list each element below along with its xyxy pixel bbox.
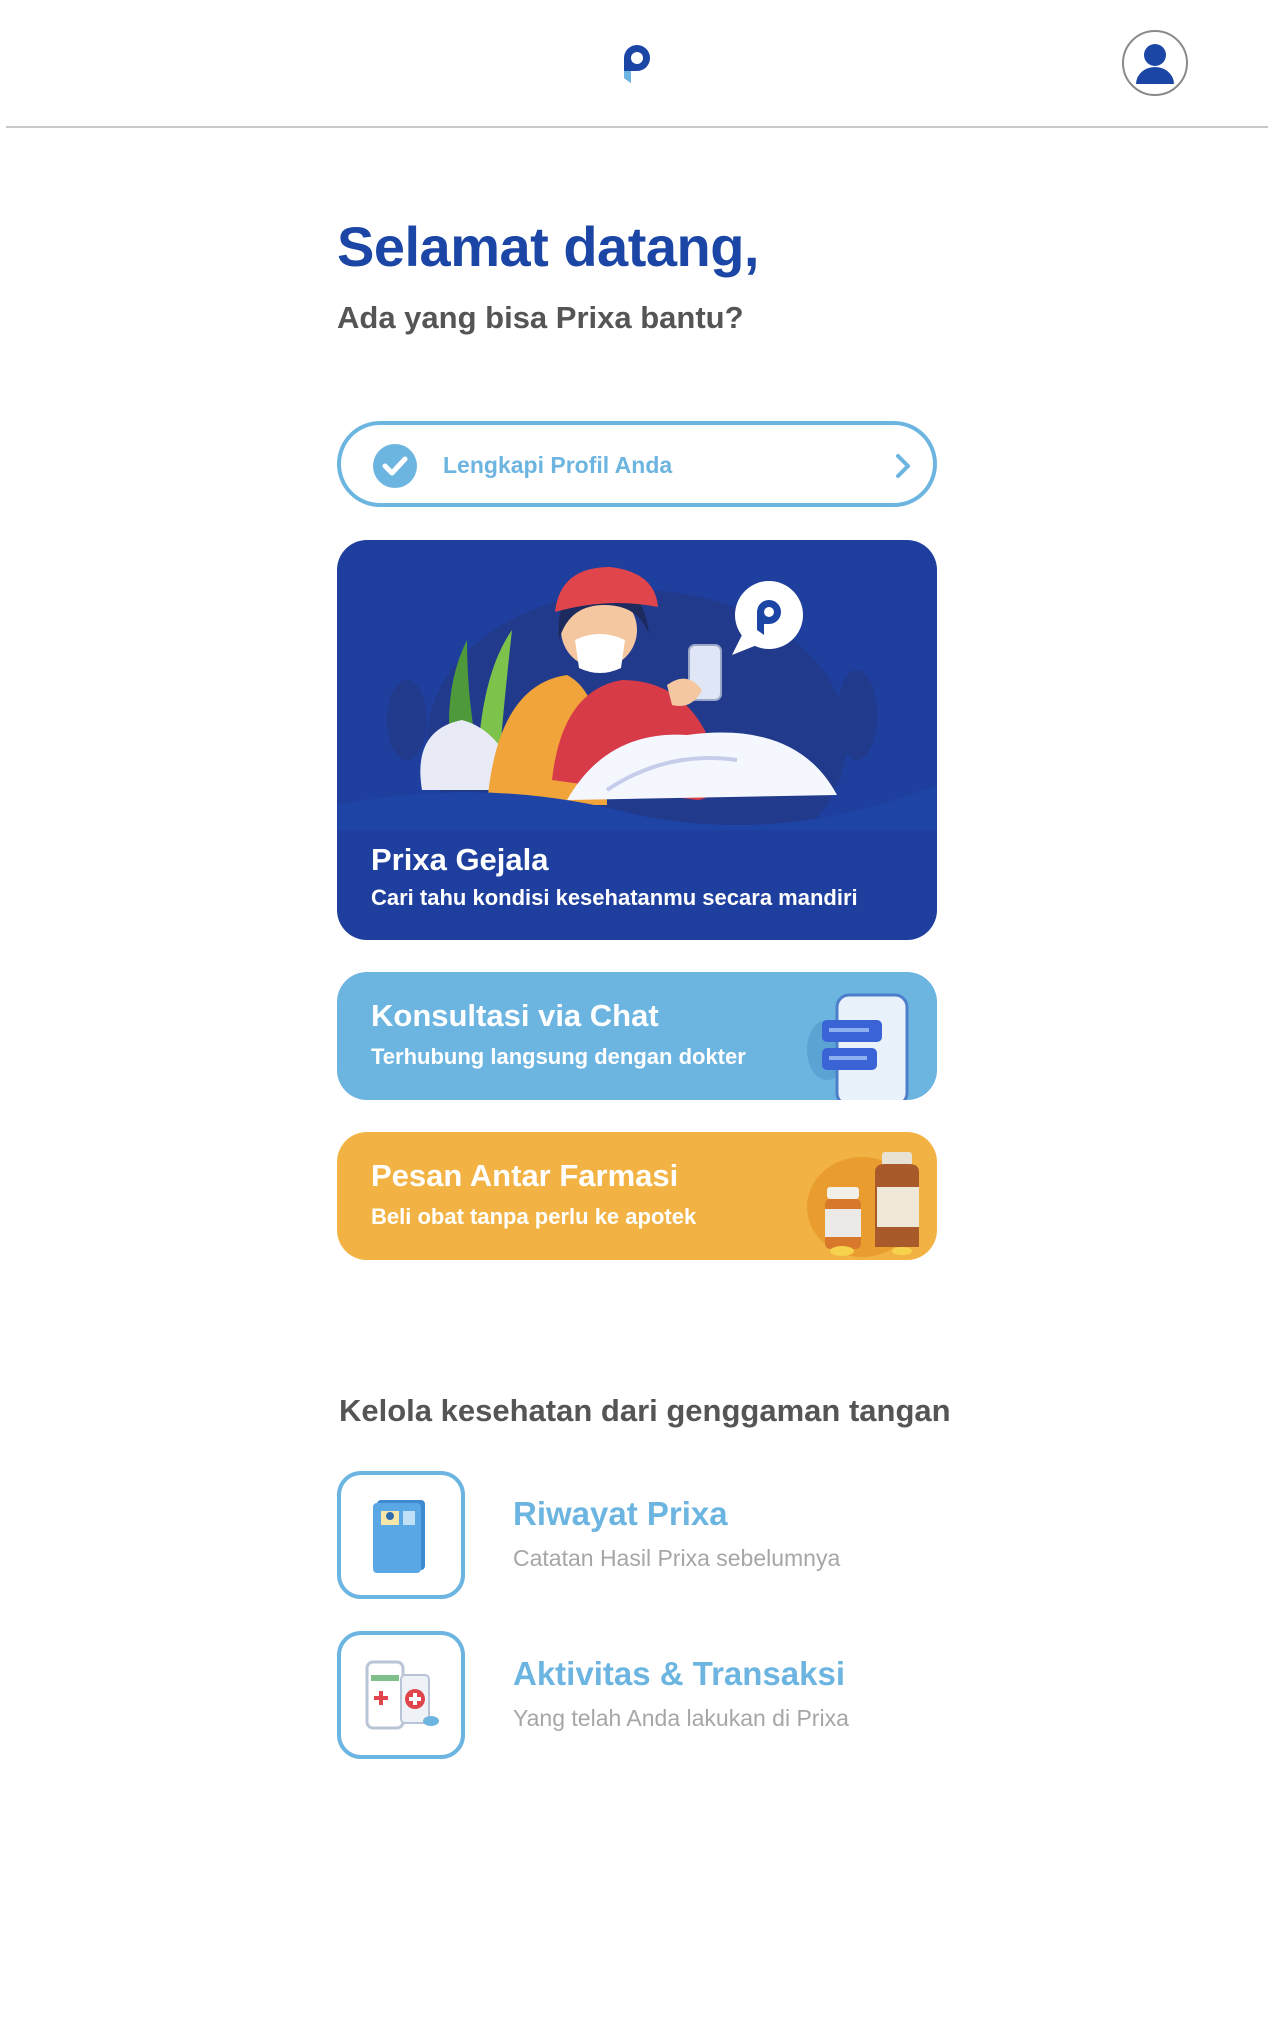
check-circle-icon [373,444,417,488]
complete-profile-label: Lengkapi Profil Anda [443,452,673,478]
card-description: Cari tahu kondisi kesehatanmu secara man… [371,885,858,910]
pesan-antar-farmasi-card[interactable]: Pesan Antar Farmasi Beli obat tanpa perl… [337,1132,937,1260]
aktivitas-transaksi-description: Yang telah Anda lakukan di Prixa [513,1705,849,1731]
card-title: Prixa Gejala [371,842,549,877]
card-wave-decoration [337,785,937,830]
section-title: Kelola kesehatan dari genggaman tangan [339,1393,951,1428]
riwayat-prixa-icon-box[interactable] [337,1471,465,1599]
aktivitas-transaksi-title[interactable]: Aktivitas & Transaksi [513,1655,845,1693]
riwayat-prixa-description: Catatan Hasil Prixa sebelumnya [513,1545,841,1571]
card-title: Pesan Antar Farmasi [371,1158,679,1193]
welcome-title: Selamat datang, [337,215,759,278]
prixa-gejala-card[interactable]: Prixa Gejala Cari tahu kondisi kesehatan… [337,540,937,940]
user-avatar-icon[interactable] [1122,30,1188,96]
complete-profile-button[interactable]: Lengkapi Profil Anda [337,421,937,507]
medicine-bottles-illustration [807,1152,919,1257]
card-description: Beli obat tanpa perlu ke apotek [371,1204,697,1229]
card-description: Terhubung langsung dengan dokter [371,1044,746,1069]
card-title: Konsultasi via Chat [371,998,659,1033]
aktivitas-transaksi-icon-box[interactable] [337,1631,465,1759]
phone-chat-illustration [807,993,909,1100]
prixa-logo-icon[interactable] [618,38,658,88]
welcome-subtitle: Ada yang bisa Prixa bantu? [337,300,744,335]
header-divider [6,126,1268,128]
chevron-right-icon [888,451,918,481]
app-header [0,0,1274,128]
phone-transaction-icon [365,1660,439,1730]
konsultasi-chat-card[interactable]: Konsultasi via Chat Terhubung langsung d… [337,972,937,1100]
medical-record-book-icon [373,1500,425,1573]
riwayat-prixa-title[interactable]: Riwayat Prixa [513,1495,728,1533]
